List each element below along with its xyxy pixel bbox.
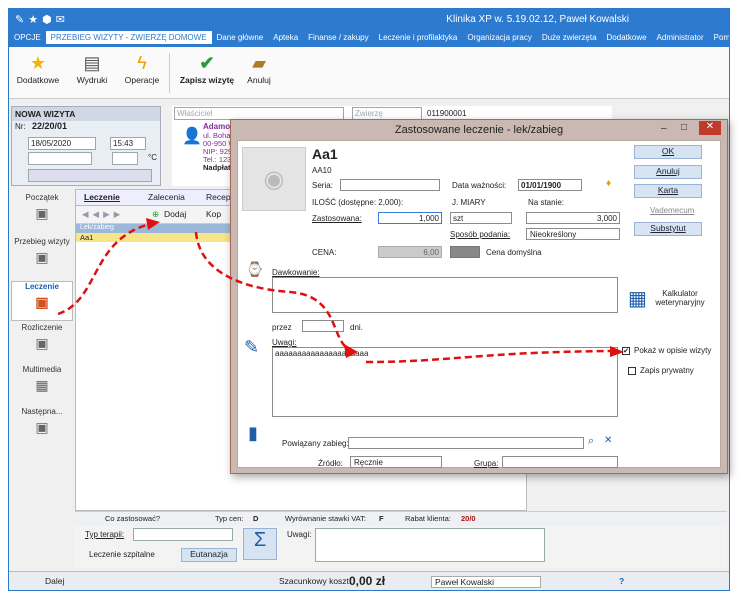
arrow-head xyxy=(610,346,624,357)
arrow-to-add xyxy=(57,222,151,316)
arrow-to-checkbox xyxy=(365,349,613,364)
arrow-head xyxy=(146,218,160,230)
arrow-to-remarks xyxy=(194,231,351,352)
annotation-arrows xyxy=(57,218,624,364)
arrow-head xyxy=(344,344,358,358)
